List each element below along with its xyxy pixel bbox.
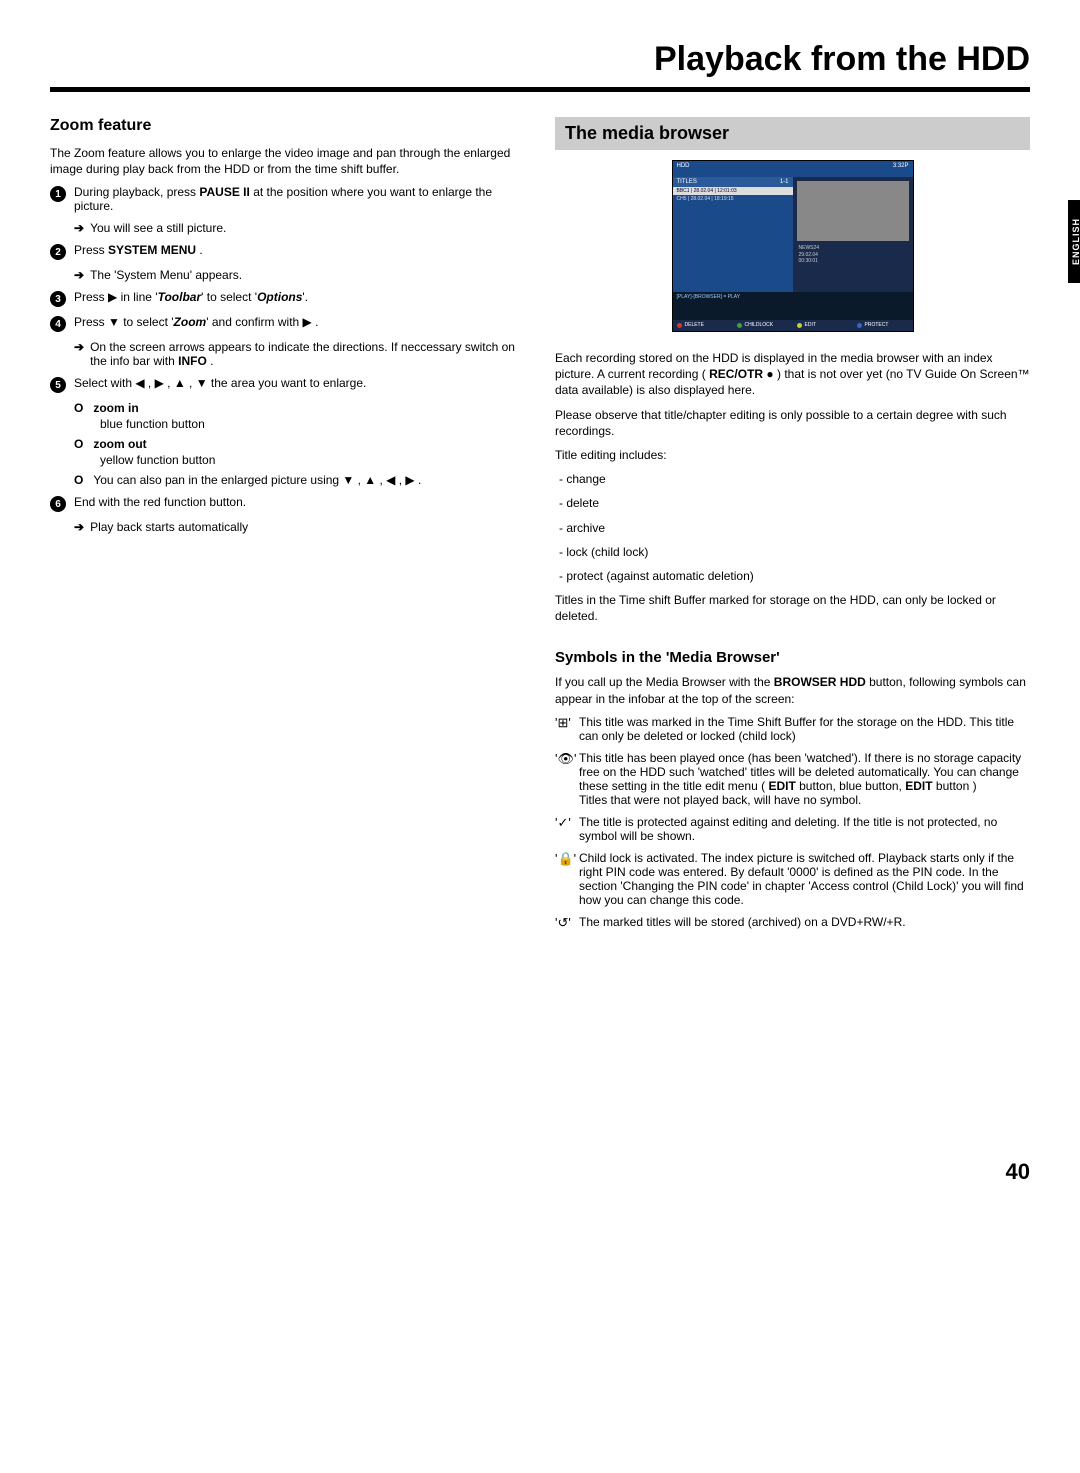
opt-zoom-in: Ozoom in [74, 401, 525, 415]
preview-thumbnail [797, 181, 909, 241]
step-num-4: 4 [50, 316, 66, 332]
edit-archive: - archive [559, 520, 1030, 536]
key-pause: PAUSE II [199, 185, 249, 199]
mb-p1: Each recording stored on the HDD is disp… [555, 350, 1030, 399]
page-title: Playback from the HDD [50, 40, 1030, 87]
title-rule [50, 87, 1030, 92]
edit-intro: Title editing includes: [555, 447, 1030, 463]
step-num-6: 6 [50, 496, 66, 512]
symbol-hdd-storage: '⊞' This title was marked in the Time Sh… [555, 715, 1030, 743]
symbols-heading: Symbols in the 'Media Browser' [555, 649, 1030, 666]
edit-change: - change [559, 471, 1030, 487]
arrow-icon: ➔ [74, 340, 84, 368]
hdd-storage-icon: '⊞' [555, 715, 579, 731]
eye-icon: '👁' [555, 751, 579, 767]
check-icon: '✓' [555, 815, 579, 831]
edit-lock: - lock (child lock) [559, 544, 1030, 560]
arrow-icon: ➔ [74, 268, 84, 282]
step-num-1: 1 [50, 186, 66, 202]
media-browser-screenshot: HDD3:32P TITLES1-1 BBC1 | 28.02.04 | 12:… [672, 160, 914, 332]
step-5: 5 Select with ◀ , ▶ , ▲ , ▼ the area you… [50, 376, 525, 393]
key-system-menu: SYSTEM MENU [108, 243, 196, 257]
step-6: 6 End with the red function button. [50, 495, 525, 512]
symbols-intro: If you call up the Media Browser with th… [555, 674, 1030, 706]
edit-delete: - delete [559, 495, 1030, 511]
zoom-intro: The Zoom feature allows you to enlarge t… [50, 145, 525, 177]
step-2-sub: ➔The 'System Menu' appears. [74, 268, 525, 282]
lock-icon: '🔒' [555, 851, 579, 867]
key-rec-otr: REC/OTR [709, 367, 763, 381]
key-info: INFO [178, 354, 207, 368]
opt-pan: OYou can also pan in the enlarged pictur… [74, 473, 525, 487]
step-2: 2 Press SYSTEM MENU . [50, 243, 525, 260]
content-columns: Zoom feature The Zoom feature allows you… [50, 117, 1030, 939]
step-6-sub: ➔Play back starts automatically [74, 520, 525, 534]
step-3: 3 Press ▶ in line 'Toolbar' to select 'O… [50, 290, 525, 307]
mb-p3: Titles in the Time shift Buffer marked f… [555, 592, 1030, 624]
left-column: Zoom feature The Zoom feature allows you… [50, 117, 525, 939]
symbol-watched: '👁' This title has been played once (has… [555, 751, 1030, 807]
archive-icon: '↺' [555, 915, 579, 931]
arrow-icon: ➔ [74, 520, 84, 534]
symbol-protected: '✓' The title is protected against editi… [555, 815, 1030, 843]
zoom-heading: Zoom feature [50, 117, 525, 135]
media-browser-heading: The media browser [555, 117, 1030, 150]
step-4-sub: ➔On the screen arrows appears to indicat… [74, 340, 525, 368]
step-4: 4 Press ▼ to select 'Zoom' and confirm w… [50, 315, 525, 332]
right-column: The media browser HDD3:32P TITLES1-1 BBC… [555, 117, 1030, 939]
symbol-archive: '↺' The marked titles will be stored (ar… [555, 915, 1030, 931]
step-num-2: 2 [50, 244, 66, 260]
step-1: 1 During playback, press PAUSE II at the… [50, 185, 525, 213]
step-1-sub: ➔You will see a still picture. [74, 221, 525, 235]
arrow-icon: ➔ [74, 221, 84, 235]
page-number: 40 [50, 1159, 1030, 1185]
mb-p2: Please observe that title/chapter editin… [555, 407, 1030, 439]
key-browser-hdd: BROWSER HDD [774, 675, 866, 689]
symbol-childlock: '🔒' Child lock is activated. The index p… [555, 851, 1030, 907]
step-num-5: 5 [50, 377, 66, 393]
step-num-3: 3 [50, 291, 66, 307]
language-tab: ENGLISH [1068, 200, 1080, 283]
edit-protect: - protect (against automatic deletion) [559, 568, 1030, 584]
opt-zoom-out: Ozoom out [74, 437, 525, 451]
